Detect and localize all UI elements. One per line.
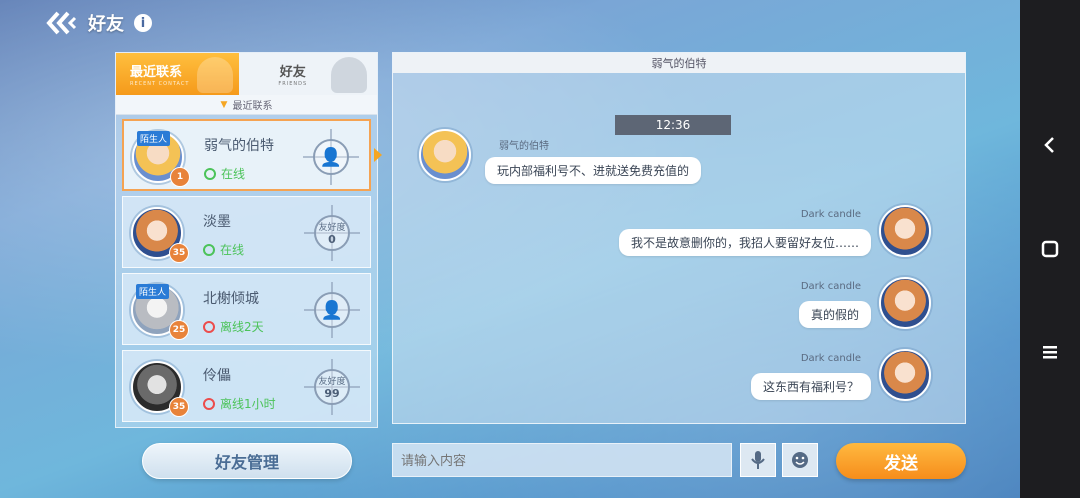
message-input[interactable] (392, 443, 732, 477)
user-question-icon: 👤 (313, 139, 349, 175)
contact-name: 弱气的伯特 (204, 138, 274, 154)
emoji-button[interactable] (782, 443, 818, 477)
status-text: 离线1小时 (220, 397, 276, 411)
add-friend-button[interactable]: 👤 (304, 282, 360, 338)
tab-label: 好友 (279, 65, 306, 80)
page-title: 好友 (88, 14, 124, 35)
status-text: 在线 (220, 243, 245, 257)
top-bar: 好友 i (44, 8, 152, 38)
sender-name: Dark candle (800, 281, 861, 292)
offline-icon (203, 397, 215, 410)
chat-title: 弱气的伯特 (393, 53, 965, 73)
nav-menu-icon[interactable] (1040, 342, 1060, 362)
chat-bubble: 玩内部福利号不、进就送免费充值的 (485, 157, 702, 184)
level-badge: 35 (169, 243, 189, 263)
contact-name: 淡墨 (203, 214, 231, 230)
contact-name: 北榭倾城 (203, 291, 259, 307)
nav-back-icon[interactable] (1040, 135, 1060, 155)
avatar[interactable] (879, 349, 931, 401)
status-text: 在线 (221, 167, 246, 181)
contact-tabs: 最近联系 RECENT CONTACT 好友 FRIENDS (116, 53, 377, 95)
avatar[interactable] (419, 129, 471, 181)
stranger-badge: 陌生人 (137, 131, 171, 146)
section-label: 最近联系 (232, 101, 273, 112)
favor-value: 99 (324, 387, 340, 400)
tab-recent-contact[interactable]: 最近联系 RECENT CONTACT (116, 53, 239, 95)
tab-friends[interactable]: 好友 FRIENDS (238, 53, 377, 95)
favor-value: 0 (328, 233, 336, 246)
chat-bubble: 这东西有福利号？ (750, 373, 871, 400)
contact-list[interactable]: 陌生人 1 弱气的伯特 在线 👤 35 淡墨 在线 友好度 0 陌生人 25 北榭… (116, 115, 382, 422)
chat-timestamp: 12:36 (615, 115, 731, 135)
sender-name: Dark candle (800, 209, 861, 220)
info-icon[interactable]: i (134, 14, 152, 32)
friend-silhouette-icon (331, 57, 367, 93)
section-header: ▼ 最近联系 (116, 95, 377, 115)
status-text: 离线2天 (220, 320, 264, 334)
contacts-panel: 最近联系 RECENT CONTACT 好友 FRIENDS ▼ 最近联系 陌生… (115, 52, 382, 428)
stranger-badge: 陌生人 (136, 284, 170, 299)
emoji-icon (792, 452, 808, 468)
contacts-silhouette-icon (196, 57, 233, 93)
friendship-meter: 友好度 0 (304, 205, 360, 261)
contact-item[interactable]: 35 淡墨 在线 友好度 0 (122, 196, 371, 268)
online-icon (203, 243, 215, 256)
offline-icon (203, 320, 215, 333)
avatar[interactable] (879, 277, 931, 329)
avatar[interactable] (879, 205, 931, 257)
favor-label: 友好度 (318, 377, 346, 387)
add-friend-button[interactable]: 👤 (303, 129, 359, 185)
status: 离线2天 (203, 318, 264, 335)
microphone-icon (751, 451, 765, 469)
nav-home-icon[interactable] (1040, 239, 1060, 259)
sender-name: Dark candle (800, 353, 861, 364)
favor-label: 友好度 (318, 223, 346, 233)
contact-name: 伶儡 (203, 368, 231, 384)
friend-management-button[interactable]: 好友管理 (142, 443, 352, 479)
level-badge: 25 (169, 320, 189, 340)
contact-item[interactable]: 陌生人 1 弱气的伯特 在线 👤 (122, 119, 382, 191)
chat-panel: 弱气的伯特 12:36 弱气的伯特 玩内部福利号不、进就送免费充值的 Dark … (392, 52, 966, 424)
level-badge: 35 (169, 397, 189, 417)
status: 在线 (204, 165, 245, 182)
send-button[interactable]: 发送 (836, 443, 966, 479)
level-badge: 1 (170, 167, 190, 187)
status: 离线1小时 (203, 395, 276, 412)
sender-name: 弱气的伯特 (499, 141, 549, 152)
chevron-down-icon: ▼ (220, 99, 228, 110)
chat-bubble: 我不是故意删你的，我招人要留好友位…… (618, 229, 871, 256)
selected-arrow-icon (374, 148, 382, 162)
back-icon[interactable] (44, 10, 78, 36)
system-nav-bar (1020, 0, 1080, 498)
microphone-button[interactable] (740, 443, 776, 477)
online-icon (204, 167, 216, 180)
user-question-icon: 👤 (314, 292, 350, 328)
friendship-meter: 友好度 99 (304, 359, 360, 415)
contact-item[interactable]: 35 伶儡 离线1小时 友好度 99 (122, 350, 371, 422)
tab-sublabel: FRIENDS (278, 81, 308, 87)
status: 在线 (203, 241, 244, 258)
chat-bubble: 真的假的 (798, 301, 871, 328)
contact-item[interactable]: 陌生人 25 北榭倾城 离线2天 👤 (122, 273, 371, 345)
